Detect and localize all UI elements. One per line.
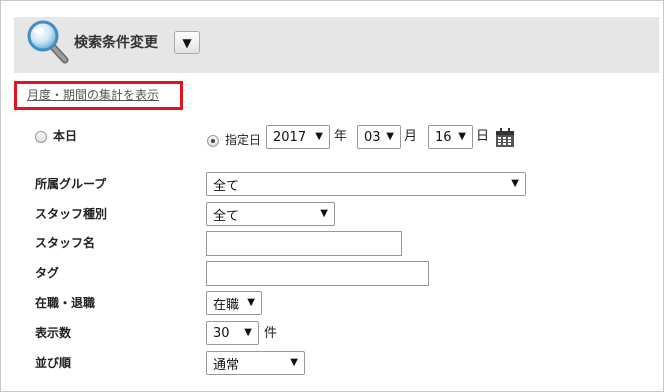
chevron-down-icon: ▼ (511, 178, 519, 189)
day-select[interactable]: 16 ▼ (428, 125, 473, 149)
sort-order-select[interactable]: 通常 ▼ (206, 351, 305, 375)
triangle-down-icon: ▼ (182, 35, 192, 50)
chevron-down-icon: ▼ (386, 131, 394, 142)
chevron-down-icon: ▼ (315, 131, 323, 142)
radio-specified-date-label: 指定日 (225, 133, 262, 147)
chevron-down-icon: ▼ (247, 297, 255, 308)
search-icon (26, 19, 70, 65)
sort-order-label: 並び順 (35, 356, 72, 370)
chevron-down-icon: ▼ (244, 327, 252, 338)
staff-name-label: スタッフ名 (35, 236, 96, 250)
tag-label: タグ (35, 266, 60, 280)
radio-today-label: 本日 (53, 129, 78, 143)
monthly-summary-link[interactable]: 月度・期間の集計を表示 (27, 88, 159, 102)
radio-today[interactable] (35, 131, 47, 143)
chevron-down-icon: ▼ (458, 131, 466, 142)
month-select[interactable]: 03 ▼ (357, 125, 401, 149)
affiliation-group-select[interactable]: 全て ▼ (206, 172, 526, 196)
year-select[interactable]: 2017 ▼ (266, 125, 330, 149)
radio-specified-date[interactable] (207, 135, 219, 147)
affiliation-group-label: 所属グループ (35, 177, 107, 191)
chevron-down-icon: ▼ (320, 208, 328, 219)
month-unit: 月 (404, 129, 418, 144)
display-count-label: 表示数 (35, 326, 72, 340)
staff-type-select[interactable]: 全て ▼ (206, 202, 335, 226)
staff-type-label: スタッフ種別 (35, 207, 108, 221)
toggle-dropdown-button[interactable]: ▼ (174, 31, 200, 54)
display-count-select[interactable]: 30 ▼ (206, 321, 259, 345)
header-title: 検索条件変更 (74, 35, 158, 51)
search-conditions-panel: 検索条件変更 ▼ 月度・期間の集計を表示 本日 指定日 2017 ▼ 年 03 … (0, 0, 664, 392)
staff-name-input[interactable] (206, 231, 402, 256)
year-unit: 年 (334, 129, 348, 144)
employment-status-label: 在職・退職 (35, 296, 96, 310)
chevron-down-icon: ▼ (290, 357, 298, 368)
day-unit: 日 (476, 129, 490, 144)
employment-status-select[interactable]: 在職 ▼ (206, 291, 262, 315)
display-count-unit: 件 (264, 326, 278, 341)
tag-input[interactable] (206, 261, 429, 286)
calendar-icon[interactable] (495, 128, 515, 148)
